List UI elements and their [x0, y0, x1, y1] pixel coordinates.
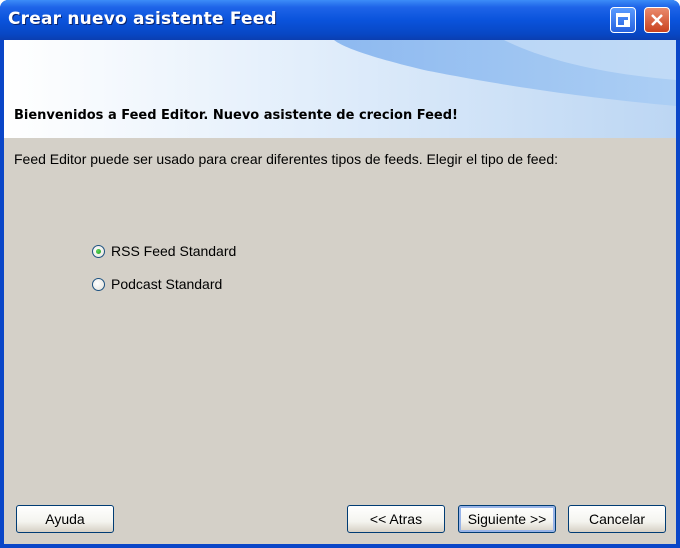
cancel-button[interactable]: Cancelar: [568, 505, 666, 533]
wizard-client-area: Bienvenidos a Feed Editor. Nuevo asisten…: [4, 40, 676, 544]
radio-button-selected[interactable]: [92, 244, 105, 258]
next-button[interactable]: Siguiente >>: [458, 505, 556, 533]
radio-podcast[interactable]: Podcast Standard: [92, 274, 222, 294]
wizard-banner: Bienvenidos a Feed Editor. Nuevo asisten…: [4, 40, 676, 138]
close-icon: [651, 14, 663, 26]
window-frame-bottom: [0, 544, 680, 548]
title-bar[interactable]: Crear nuevo asistente Feed: [0, 0, 680, 40]
window-frame-right: [676, 40, 680, 548]
back-button[interactable]: << Atras: [347, 505, 445, 533]
radio-label-rss: RSS Feed Standard: [111, 243, 237, 259]
radio-rss-feed[interactable]: RSS Feed Standard: [92, 241, 236, 261]
window-title: Crear nuevo asistente Feed: [8, 9, 277, 29]
radio-button[interactable]: [92, 277, 105, 291]
restore-button[interactable]: [610, 7, 636, 33]
banner-decoration: [4, 40, 676, 138]
description-text: Feed Editor puede ser usado para crear d…: [14, 151, 559, 167]
help-button[interactable]: Ayuda: [16, 505, 114, 533]
wizard-window: Crear nuevo asistente Feed Bienvenidos a…: [0, 0, 680, 548]
banner-heading: Bienvenidos a Feed Editor. Nuevo asisten…: [14, 108, 458, 123]
close-button[interactable]: [644, 7, 670, 33]
radio-label-podcast: Podcast Standard: [111, 276, 223, 292]
restore-icon: [616, 13, 630, 27]
